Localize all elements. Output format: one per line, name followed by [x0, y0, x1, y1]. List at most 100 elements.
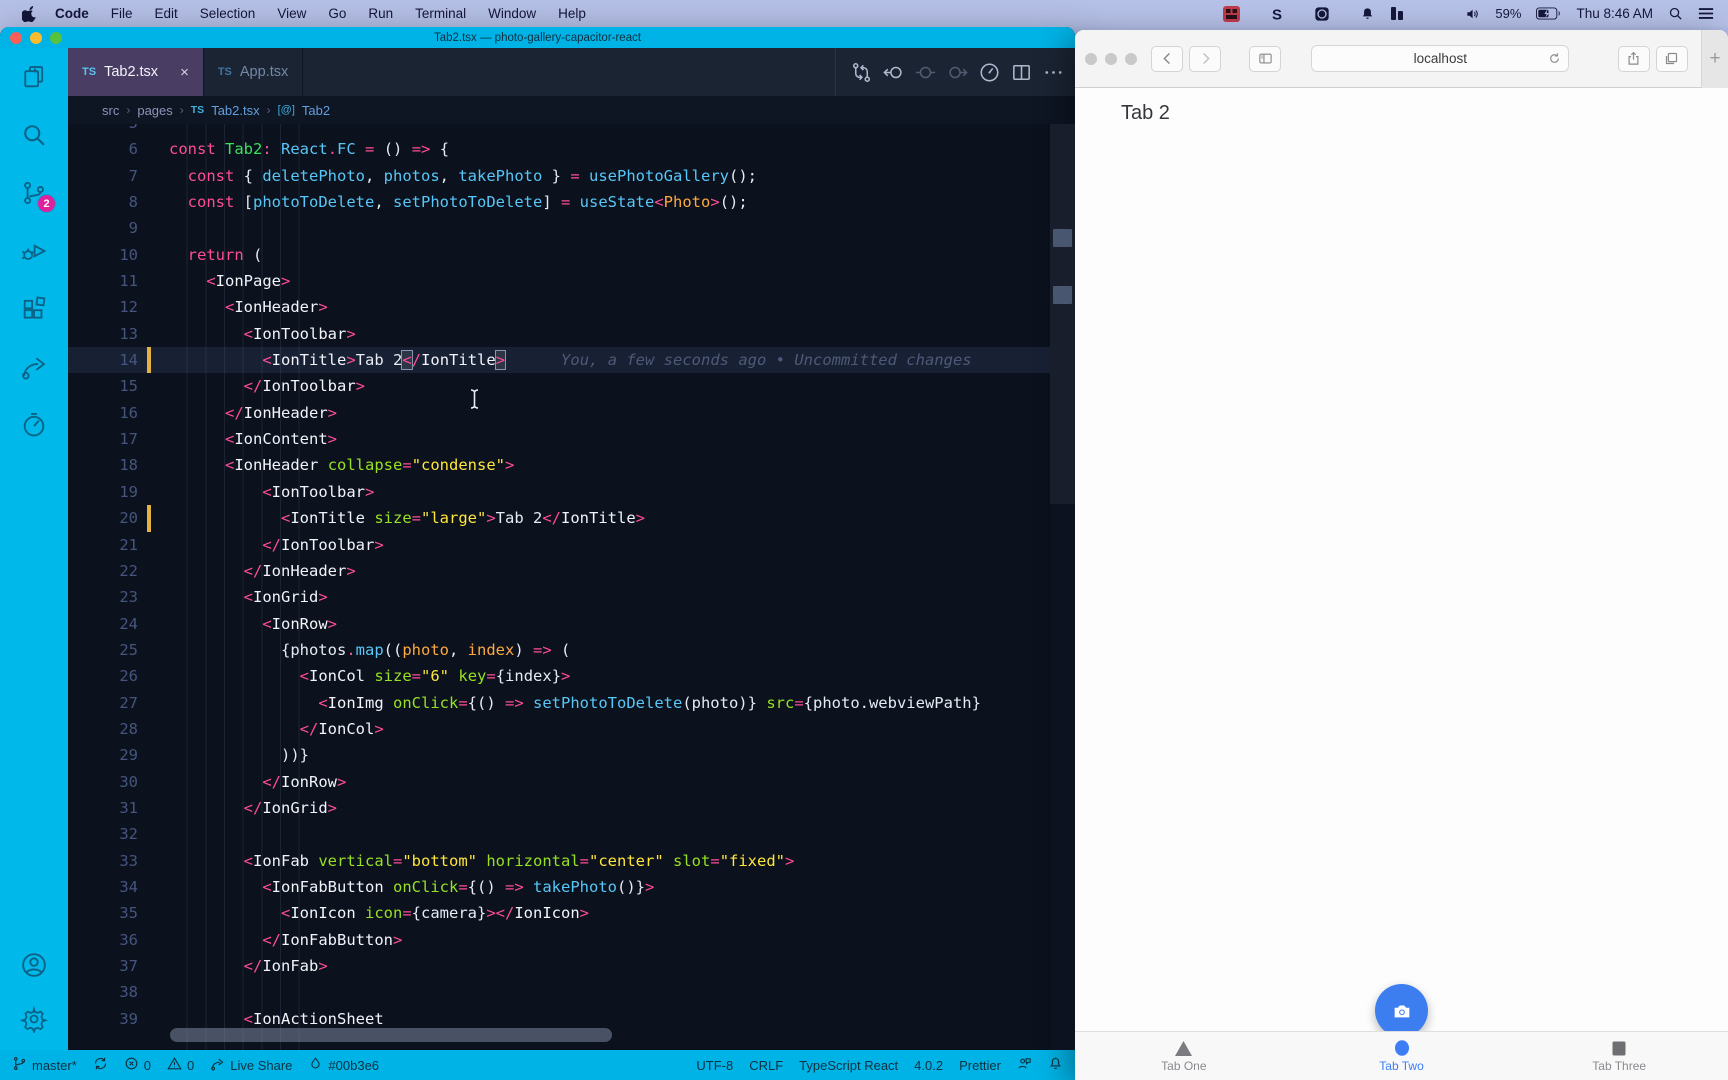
nav-forward-icon[interactable]	[946, 61, 969, 84]
ellipsis-icon[interactable]	[1042, 61, 1065, 84]
code-line-6[interactable]: 6 const Tab2: React.FC = () => {	[68, 136, 1075, 162]
apple-menu-icon[interactable]	[14, 5, 44, 22]
breadcrumb-item-tab2.tsx[interactable]: Tab2.tsx	[211, 103, 259, 118]
code-line-11[interactable]: 11 <IonPage>	[68, 268, 1075, 294]
code-line-31[interactable]: 31 </IonGrid>	[68, 795, 1075, 821]
statusbar-bell[interactable]	[1048, 1056, 1063, 1074]
camera-fab-button[interactable]	[1375, 984, 1428, 1037]
menu-item-edit[interactable]: Edit	[144, 6, 189, 21]
code-line-27[interactable]: 27 <IonImg onClick={() => setPhotoToDele…	[68, 690, 1075, 716]
code-line-18[interactable]: 18 <IonHeader collapse="condense">	[68, 452, 1075, 478]
share-button[interactable]	[1617, 45, 1650, 72]
menu-item-selection[interactable]: Selection	[189, 6, 267, 21]
code-line-14[interactable]: 14 <IonTitle>Tab 2</IonTitle> You, a few …	[68, 347, 1075, 374]
tab-close-icon[interactable]: ×	[180, 64, 189, 81]
safari-zoom-button[interactable]	[1125, 52, 1137, 65]
columns-app-icon[interactable]	[1390, 6, 1404, 21]
menu-item-file[interactable]: File	[100, 6, 144, 21]
menu-item-terminal[interactable]: Terminal	[404, 6, 477, 21]
code-line-29[interactable]: 29 ))}	[68, 742, 1075, 768]
safari-forward-button[interactable]	[1189, 45, 1221, 72]
statusbar-crlf[interactable]: CRLF	[749, 1058, 783, 1073]
run-clock-icon[interactable]	[978, 61, 1001, 84]
split-editor-icon[interactable]	[1010, 61, 1033, 84]
nav-circle-icon[interactable]	[914, 61, 937, 84]
safari-back-button[interactable]	[1151, 45, 1183, 72]
horizontal-scrollbar[interactable]	[170, 1028, 612, 1042]
code-line-8[interactable]: 8 const [photoToDelete, setPhotoToDelete…	[68, 189, 1075, 215]
battery-icon[interactable]	[1536, 7, 1561, 20]
bell-app-icon[interactable]	[1360, 6, 1375, 22]
statusbar-typescript-react[interactable]: TypeScript React	[799, 1058, 898, 1073]
code-line-32[interactable]: 32	[68, 821, 1075, 847]
code-line-37[interactable]: 37 </IonFab>	[68, 953, 1075, 979]
activity-files-icon[interactable]	[19, 62, 49, 92]
code-line-17[interactable]: 17 <IonContent>	[68, 426, 1075, 452]
vscode-title-bar[interactable]: Tab2.tsx — photo-gallery-capacitor-react	[0, 27, 1075, 48]
code-line-9[interactable]: 9	[68, 215, 1075, 241]
tabs-overview-button[interactable]	[1655, 45, 1688, 72]
activity-run-timer-icon[interactable]	[19, 410, 49, 440]
code-line-28[interactable]: 28 </IonCol>	[68, 716, 1075, 742]
activity-debug-icon[interactable]	[19, 236, 49, 266]
tab-button-tab-one[interactable]: Tab One	[1075, 1032, 1293, 1080]
breadcrumb[interactable]: src › pages › TS Tab2.tsx › [@] Tab2	[68, 96, 1075, 124]
code-line-24[interactable]: 24 <IonRow>	[68, 611, 1075, 637]
tab-button-tab-three[interactable]: Tab Three	[1510, 1032, 1728, 1080]
s-app-icon[interactable]: S	[1270, 6, 1284, 22]
activity-account-icon[interactable]	[19, 950, 49, 980]
volume-icon[interactable]	[1464, 7, 1480, 21]
activity-search-icon[interactable]	[19, 120, 49, 150]
nav-back-icon[interactable]	[882, 61, 905, 84]
safari-minimize-button[interactable]	[1105, 52, 1117, 65]
statusbar--00b3e6[interactable]: #00b3e6	[308, 1056, 379, 1074]
code-line-35[interactable]: 35 <IonIcon icon={camera}></IonIcon>	[68, 900, 1075, 926]
minimap[interactable]	[1050, 124, 1075, 1050]
tab-button-tab-two[interactable]: Tab Two	[1293, 1032, 1511, 1080]
statusbar-utf-8[interactable]: UTF-8	[696, 1058, 733, 1073]
statusbar-master-[interactable]: master*	[12, 1056, 77, 1074]
code-editor[interactable]: 5 6 const Tab2: React.FC = () => {7 const …	[68, 124, 1075, 1050]
code-line-36[interactable]: 36 </IonFabButton>	[68, 927, 1075, 953]
statusbar-0[interactable]: 0	[124, 1056, 151, 1074]
git-compare-icon[interactable]	[850, 61, 873, 84]
new-tab-button[interactable]: +	[1701, 30, 1728, 88]
spotlight-icon[interactable]	[1668, 6, 1683, 21]
code-line-7[interactable]: 7 const { deletePhoto, photos, takePhoto…	[68, 163, 1075, 189]
reload-icon[interactable]	[1548, 52, 1561, 65]
menu-item-code[interactable]: Code	[44, 6, 100, 21]
safari-close-button[interactable]	[1085, 52, 1097, 65]
code-line-38[interactable]: 38	[68, 979, 1075, 1005]
code-line-16[interactable]: 16 </IonHeader>	[68, 400, 1075, 426]
film-app-icon[interactable]	[1223, 5, 1241, 22]
statusbar-sync[interactable]	[93, 1056, 108, 1074]
code-line-10[interactable]: 10 return (	[68, 242, 1075, 268]
breadcrumb-item-src[interactable]: src	[102, 103, 119, 118]
statusbar-prettier[interactable]: Prettier	[959, 1058, 1001, 1073]
safari-sidebar-button[interactable]	[1249, 45, 1281, 72]
activity-live-share-icon[interactable]	[19, 352, 49, 382]
window-app-icon[interactable]	[1314, 6, 1330, 22]
editor-tab-app.tsx[interactable]: TS App.tsx	[204, 48, 304, 96]
menu-item-window[interactable]: Window	[477, 6, 547, 21]
menu-item-go[interactable]: Go	[317, 6, 357, 21]
code-line-19[interactable]: 19 <IonToolbar>	[68, 479, 1075, 505]
code-line-20[interactable]: 20 <IonTitle size="large">Tab 2</IonTitl…	[68, 505, 1075, 532]
menu-bar-clock[interactable]: Thu 8:46 AM	[1576, 6, 1653, 21]
menu-item-help[interactable]: Help	[547, 6, 597, 21]
menu-list-icon[interactable]	[1698, 7, 1714, 20]
activity-extensions-icon[interactable]	[19, 294, 49, 324]
breadcrumb-item-tab2[interactable]: Tab2	[302, 103, 330, 118]
code-line-5[interactable]: 5	[68, 124, 1075, 136]
activity-source-control-icon[interactable]: 2	[19, 178, 56, 213]
statusbar-live-share[interactable]: Live Share	[210, 1056, 292, 1074]
activity-settings-icon[interactable]	[19, 1004, 49, 1034]
statusbar-feedback[interactable]	[1017, 1056, 1032, 1074]
code-line-23[interactable]: 23 <IonGrid>	[68, 584, 1075, 610]
editor-tab-tab2.tsx[interactable]: TS Tab2.tsx ×	[68, 48, 204, 96]
code-line-21[interactable]: 21 </IonToolbar>	[68, 532, 1075, 558]
statusbar-0[interactable]: 0	[167, 1056, 194, 1074]
code-line-25[interactable]: 25 {photos.map((photo, index) => (	[68, 637, 1075, 663]
menu-item-run[interactable]: Run	[357, 6, 404, 21]
code-line-13[interactable]: 13 <IonToolbar>	[68, 321, 1075, 347]
